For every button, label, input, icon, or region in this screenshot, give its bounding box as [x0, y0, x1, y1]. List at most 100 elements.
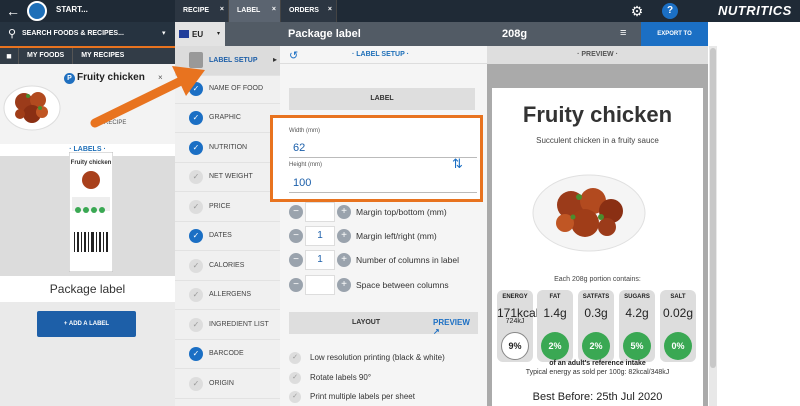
decrement-button[interactable]: −: [289, 229, 303, 243]
columns-stepper[interactable]: − 1 +: [289, 250, 351, 270]
column-space-stepper[interactable]: − +: [289, 275, 351, 295]
preview-title: Fruity chicken: [522, 102, 673, 127]
height-field[interactable]: 100: [293, 177, 311, 189]
my-recipes-tab[interactable]: MY RECIPES: [72, 48, 132, 64]
folder-icon[interactable]: ■: [0, 48, 18, 64]
nutrient-salt: SALT 0.02g 0%: [660, 290, 696, 362]
tab-orders[interactable]: ORDERS ×: [281, 0, 337, 22]
preview-subtitle: Succulent chicken in a fruity sauce: [536, 136, 659, 145]
check-icon[interactable]: ✓: [289, 372, 301, 384]
nutrient-percent: 0%: [664, 332, 692, 360]
preview-link[interactable]: PREVIEW ↗: [433, 318, 478, 336]
tab-close-icon[interactable]: ×: [272, 6, 276, 13]
sidebar-item-label: INGREDIENT LIST: [209, 321, 269, 328]
sidebar-item-ingredient-list[interactable]: ✓ INGREDIENT LIST: [175, 310, 280, 340]
option-rotate[interactable]: ✓ Rotate labels 90°: [289, 371, 489, 385]
tab-recipe[interactable]: RECIPE ×: [175, 0, 229, 22]
sidebar-item-barcode[interactable]: ✓ BARCODE: [175, 339, 280, 369]
top-bar: ← START... RECIPE × LABEL × ORDERS × ⚙ ? NU…: [0, 0, 800, 22]
preview-header: · PREVIEW ·: [487, 46, 708, 64]
check-icon[interactable]: ✓: [289, 391, 301, 403]
sliders-icon[interactable]: ≡: [620, 27, 626, 39]
check-icon[interactable]: ✓: [189, 200, 203, 214]
export-button[interactable]: EXPORT TO: [641, 22, 708, 46]
label-section-sidebar: LABEL SETUP ▸ ✓ NAME OF FOOD ✓ GRAPHIC ✓ NU…: [175, 46, 280, 406]
check-icon[interactable]: ✓: [189, 318, 203, 332]
increment-button[interactable]: +: [337, 229, 351, 243]
region-selector[interactable]: EU ▾: [175, 22, 225, 46]
sidebar-item-graphic[interactable]: ✓ GRAPHIC: [175, 103, 280, 133]
check-icon[interactable]: ✓: [189, 141, 203, 155]
sidebar-item-origin[interactable]: ✓ ORIGIN: [175, 369, 280, 399]
check-icon[interactable]: ✓: [189, 288, 203, 302]
caret-right-icon: ▸: [273, 55, 278, 64]
chevron-down-icon: ▾: [217, 31, 221, 37]
sidebar-item-nutrition[interactable]: ✓ NUTRITION: [175, 133, 280, 163]
tab-label: ORDERS: [289, 7, 319, 14]
tab-label-active[interactable]: LABEL ×: [229, 0, 281, 22]
chevron-down-icon[interactable]: ▾: [162, 29, 166, 37]
check-icon[interactable]: ✓: [189, 111, 203, 125]
tab-close-icon[interactable]: ×: [328, 6, 332, 13]
check-icon[interactable]: ✓: [289, 352, 301, 364]
check-icon[interactable]: ✓: [189, 259, 203, 273]
search-bar[interactable]: ⚲ SEARCH FOODS & RECIPES... ▾: [0, 22, 175, 46]
decrement-button[interactable]: −: [289, 205, 303, 219]
decrement-button[interactable]: −: [289, 278, 303, 292]
sidebar-item-net-weight[interactable]: ✓ NET WEIGHT: [175, 162, 280, 192]
undo-icon[interactable]: ↺: [289, 49, 298, 62]
sidebar-item-price[interactable]: ✓ PRICE: [175, 192, 280, 222]
sidebar-item-calories[interactable]: ✓ CALORIES: [175, 251, 280, 281]
stepper-value[interactable]: [305, 202, 335, 222]
sidebar-item-allergens[interactable]: ✓ ALLERGENS: [175, 280, 280, 310]
edit-recipe-button[interactable]: RECIPE: [104, 120, 126, 126]
check-icon[interactable]: ✓: [189, 170, 203, 184]
tab-close-icon[interactable]: ×: [220, 6, 224, 13]
margin-lr-stepper[interactable]: − 1 +: [289, 226, 351, 246]
help-icon[interactable]: ?: [662, 3, 678, 19]
region-value: EU: [192, 30, 204, 39]
close-icon[interactable]: ×: [158, 73, 163, 82]
increment-button[interactable]: +: [337, 253, 351, 267]
stepper-value[interactable]: 1: [305, 250, 335, 270]
reference-intake-text: of an adult's reference intake: [549, 360, 646, 367]
sidebar-item-label-setup[interactable]: LABEL SETUP ▸: [175, 46, 280, 76]
decrement-button[interactable]: −: [289, 253, 303, 267]
app-logo-icon[interactable]: [27, 1, 47, 21]
scrollbar-thumb[interactable]: [710, 48, 716, 368]
eu-flag-icon: [179, 30, 189, 38]
nutrient-value: 0.02g: [662, 306, 694, 320]
add-label-button[interactable]: + ADD A LABEL: [37, 311, 136, 337]
tab-bar: RECIPE × LABEL × ORDERS ×: [175, 0, 337, 22]
check-icon[interactable]: ✓: [189, 82, 203, 96]
stepper-value[interactable]: 1: [305, 226, 335, 246]
stepper-value[interactable]: [305, 275, 335, 295]
typical-energy-text: Typical energy as sold per 100g: 82kcal/…: [525, 369, 670, 376]
check-icon[interactable]: ✓: [189, 347, 203, 361]
stepper-label: Space between columns: [356, 280, 449, 290]
search-icon: ⚲: [8, 28, 17, 40]
width-field[interactable]: 62: [293, 142, 305, 154]
sidebar-item-dates[interactable]: ✓ DATES: [175, 221, 280, 251]
back-arrow-icon[interactable]: ←: [4, 2, 22, 20]
check-icon[interactable]: ✓: [189, 229, 203, 243]
nutrient-percent: 5%: [623, 332, 651, 360]
nutrient-name: SATFATS: [582, 294, 610, 300]
package-label-caption[interactable]: Package label: [0, 276, 175, 302]
margin-tb-stepper[interactable]: − +: [289, 202, 351, 222]
option-low-res[interactable]: ✓ Low resolution printing (black & white…: [289, 351, 489, 365]
sidebar-item-name-of-food[interactable]: ✓ NAME OF FOOD: [175, 74, 280, 104]
increment-button[interactable]: +: [337, 205, 351, 219]
label-thumbnail[interactable]: Fruity chicken: [69, 152, 113, 272]
food-card[interactable]: P Fruity chicken × RECIPE: [0, 64, 175, 144]
option-multiple[interactable]: ✓ Print multiple labels per sheet: [289, 390, 489, 404]
swap-dimensions-icon[interactable]: ⇅: [452, 156, 463, 172]
increment-button[interactable]: +: [337, 278, 351, 292]
check-icon[interactable]: ✓: [189, 377, 203, 391]
search-input[interactable]: SEARCH FOODS & RECIPES...: [22, 30, 124, 37]
sidebar-item-label: NET WEIGHT: [209, 173, 253, 180]
start-menu-label[interactable]: START...: [56, 5, 88, 14]
scrollbar[interactable]: [709, 46, 717, 406]
my-foods-tab[interactable]: MY FOODS: [18, 48, 72, 64]
gear-icon[interactable]: ⚙: [629, 3, 645, 19]
